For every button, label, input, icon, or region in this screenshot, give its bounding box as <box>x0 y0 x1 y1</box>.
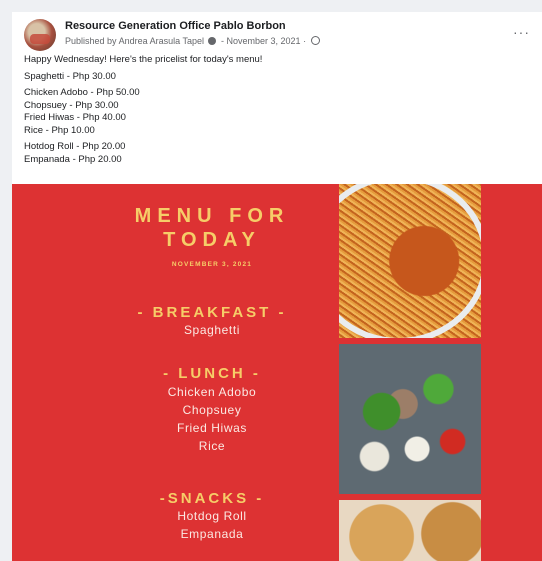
page-name-link[interactable]: Resource Generation Office Pablo Borbon <box>65 20 286 32</box>
snacks-heading: -SNACKS - <box>159 490 265 507</box>
more-horizontal-icon[interactable]: ··· <box>513 25 530 39</box>
post-line-greeting: Happy Wednesday! Here's the pricelist fo… <box>24 54 263 65</box>
avatar-detail <box>30 34 50 44</box>
post-card: Resource Generation Office Pablo Borbon … <box>12 12 542 561</box>
lunch-item: Rice <box>198 439 226 453</box>
page-avatar[interactable] <box>24 19 56 51</box>
snacks-item: Hotdog Roll <box>177 509 247 523</box>
post-text: Happy Wednesday! Here's the pricelist fo… <box>24 54 524 166</box>
chopsuey-photo <box>339 344 481 494</box>
separator-dash: - <box>221 36 224 46</box>
post-line-empanada: Empanada - Php 20.00 <box>24 153 122 165</box>
menu-title-line2: TODAY <box>163 229 261 251</box>
post-line-fried-hiwas: Fried Hiwas - Php 40.00 <box>24 112 126 123</box>
breakfast-item: Spaghetti <box>183 323 241 337</box>
menu-date: NOVEMBER 3, 2021 <box>171 261 253 268</box>
lunch-heading: - LUNCH - <box>163 365 261 382</box>
post-header: Resource Generation Office Pablo Borbon … <box>24 18 530 52</box>
snacks-item: Empanada <box>180 527 244 541</box>
menu-title: MENU FOR TODAY <box>107 204 317 252</box>
menu-title-line1: MENU FOR <box>134 205 290 227</box>
globe-icon <box>310 36 320 45</box>
published-prefix: Published by <box>65 36 117 46</box>
separator-dot: · <box>303 36 307 46</box>
post-meta: Published by Andrea Arasula Tapel - Nove… <box>65 36 320 46</box>
author-link[interactable]: Andrea Arasula Tapel <box>119 36 204 46</box>
post-date-link[interactable]: November 3, 2021 <box>227 36 301 46</box>
author-badge-icon <box>208 37 217 45</box>
lunch-item: Fried Hiwas <box>177 421 247 435</box>
post-line-rice: Rice - Php 10.00 <box>24 124 95 136</box>
lunch-item: Chicken Adobo <box>167 385 257 399</box>
spaghetti-photo <box>339 184 481 338</box>
post-line-chicken-adobo: Chicken Adobo - Php 50.00 <box>24 87 140 98</box>
plate-rim <box>339 184 481 338</box>
lunch-item: Chopsuey <box>182 403 242 417</box>
empanada-photo <box>339 500 481 561</box>
menu-image[interactable]: MENU FOR TODAY NOVEMBER 3, 2021 - BREAKF… <box>12 184 542 561</box>
post-line-hotdog-roll: Hotdog Roll - Php 20.00 <box>24 141 126 152</box>
breakfast-heading: - BREAKFAST - <box>137 304 287 321</box>
post-line-chopsuey: Chopsuey - Php 30.00 <box>24 99 119 111</box>
post-line-spaghetti: Spaghetti - Php 30.00 <box>24 70 116 82</box>
